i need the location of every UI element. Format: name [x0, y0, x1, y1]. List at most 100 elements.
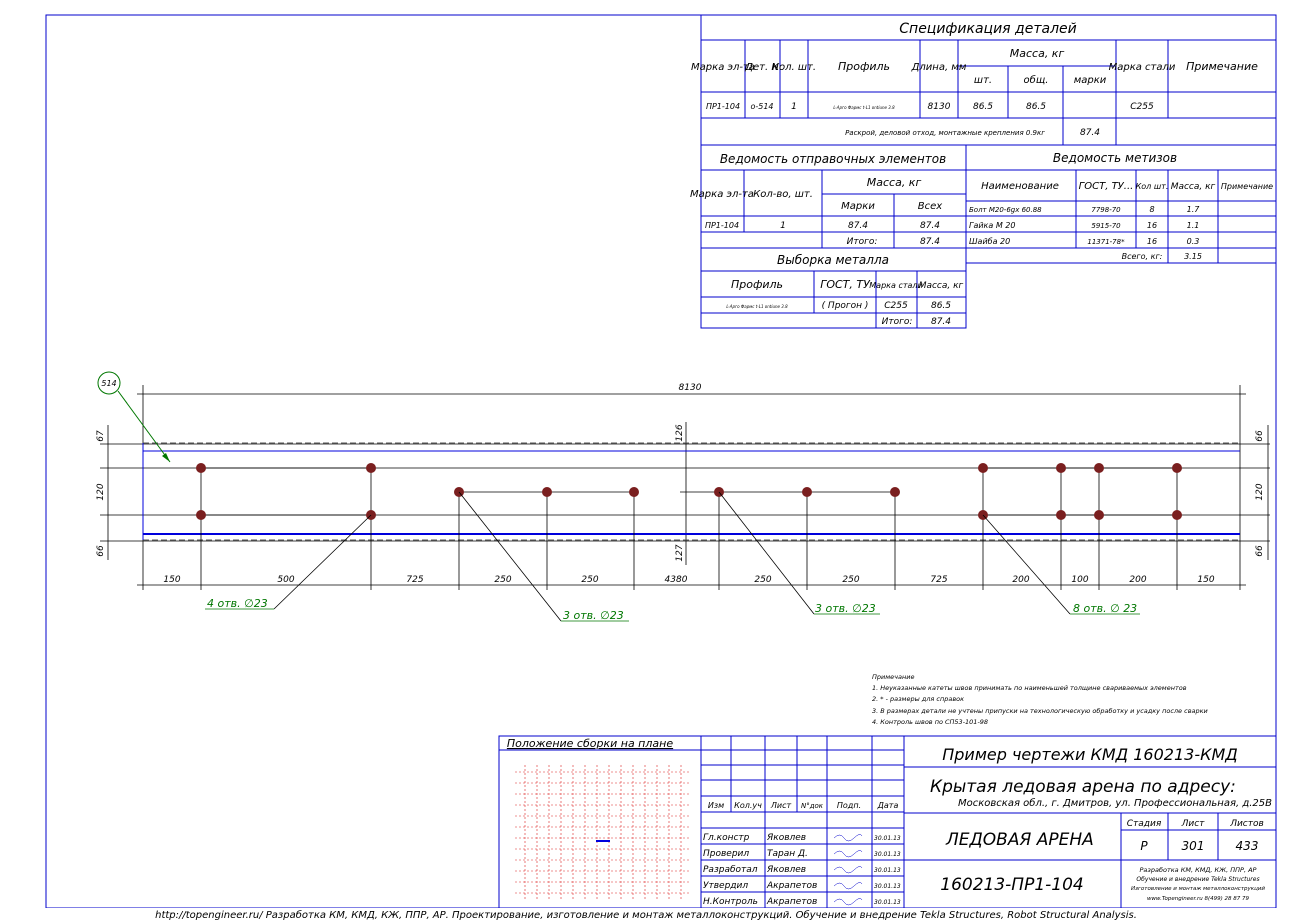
tb-role: Утвердил [703, 881, 748, 891]
bottom-dim: 150 [163, 575, 180, 585]
hardware-row-mass: 0.3 [1187, 237, 1200, 246]
note-line: 2. * - размеры для справок [872, 695, 964, 703]
tb-h-sheet: Лист [1181, 819, 1206, 829]
hardware-h-name: Наименование [981, 181, 1059, 192]
shipping-h-mass: Масса, кг [867, 176, 922, 189]
hardware-row-gost: 7798-70 [1091, 206, 1121, 214]
bottom-dim: 200 [1012, 575, 1029, 585]
metal-row-profile: L-Арго Фармс t-L1 ontiune 3.8 [726, 304, 788, 309]
shipping-h-mass-all: Всех [918, 201, 943, 212]
hardware-row: Гайка М 20 5915-70 16 1.1 [969, 221, 1199, 230]
metal-total-label: Итого: [882, 317, 913, 327]
spec-row-profile: L-Арго Фармс t-L1 ontiune 3.8 [833, 105, 895, 110]
callout-holes-2: 3 отв. ∅23 [563, 609, 624, 622]
shipping-row-mass-mark: 87.4 [848, 221, 868, 231]
bolt-hole [978, 463, 988, 473]
spec-summary-text: Раскрой, деловой отход, монтажные крепле… [845, 129, 1045, 137]
bottom-dim: 250 [842, 575, 859, 585]
tb-h-ndok: N°док [801, 802, 824, 810]
bolt-hole [1094, 463, 1104, 473]
company-line: www.Topengineer.ru 8(499) 28 87 79 [1147, 896, 1250, 902]
hardware-row-gost: 5915-70 [1091, 222, 1121, 230]
spec-h-mass-pcs: шт. [974, 75, 992, 86]
spec-row-qty: 1 [791, 102, 797, 112]
bolt-hole [1094, 510, 1104, 520]
beam-drawing: 8130 67 120 66 66 120 66 126 127 150 500… [96, 371, 1270, 622]
bolt-holes [196, 463, 1182, 520]
tb-h-izm: Изм [708, 801, 724, 810]
hardware-h-gost: ГОСТ, ТУ... [1079, 181, 1134, 192]
metal-row-gost: ( Прогон ) [822, 301, 869, 311]
bolt-hole [366, 463, 376, 473]
bolt-hole [629, 487, 639, 497]
right-dim-mid: 120 [1255, 483, 1265, 500]
spec-row-steel: С255 [1130, 102, 1154, 112]
company-line: Обучение и внедрение Tekla Structures [1136, 876, 1259, 883]
tb-name: Яковлев [766, 865, 806, 875]
hardware-row-mass: 1.7 [1187, 205, 1201, 214]
shipping-h-mass-mark: Марки [841, 201, 875, 212]
bottom-dim: 150 [1197, 575, 1214, 585]
spec-h-mass-mark: марки [1074, 75, 1107, 86]
bolt-hole [1056, 510, 1066, 520]
tb-role-row: Гл.констр Яковлев 30.01.13 [703, 833, 901, 843]
hardware-total-label: Всего, кг: [1122, 252, 1163, 261]
left-dim-mid: 120 [96, 483, 106, 500]
bolt-hole [802, 487, 812, 497]
shipping-row-mark: ПР1-104 [705, 221, 739, 230]
tb-h-sheets: Листов [1229, 819, 1264, 829]
hardware-row-qty: 16 [1147, 237, 1157, 246]
metal-h-gost: ГОСТ, ТУ [820, 278, 871, 291]
metal-row-mass: 86.5 [931, 301, 951, 311]
tb-date: 30.01.13 [874, 867, 901, 874]
note-line: 1. Неуказанные катеты швов принимать по … [872, 684, 1187, 692]
spec-h-steel: Марка стали [1109, 62, 1176, 73]
tb-role-row: Проверил Таран Д. 30.01.13 [703, 849, 901, 859]
hardware-h-qty: Кол шт. [1136, 182, 1169, 191]
shipping-row-mass-all: 87.4 [920, 221, 940, 231]
bottom-dim: 725 [406, 575, 423, 585]
tb-role-row: Утвердил Акрапетов 30.01.13 [703, 881, 901, 891]
spec-row-length: 8130 [928, 102, 951, 112]
plan-mini-map [515, 765, 690, 900]
right-dim-bottom: 66 [1255, 545, 1265, 557]
hardware-row: Болт М20-6gх 60.88 7798-70 8 1.7 [969, 205, 1200, 214]
note-line: 3. В размерах детали не учтены припуски … [872, 707, 1208, 715]
project-code: Пример чертежи КМД 160213-КМД [942, 745, 1238, 764]
bottom-dim: 250 [581, 575, 598, 585]
shipping-total-value: 87.4 [920, 237, 940, 247]
left-dim-bottom: 66 [96, 545, 106, 557]
bolt-hole [890, 487, 900, 497]
metal-total-value: 87.4 [931, 317, 951, 327]
project-name: Крытая ледовая арена по адресу: [930, 777, 1236, 797]
metal-title: Выборка металла [777, 253, 889, 267]
overall-length-dim: 8130 [679, 383, 702, 393]
drawing-sheet: Спецификация деталей Марка эл-та Дет. N … [45, 14, 1277, 909]
metal-h-steel: Марка стали [869, 281, 922, 290]
spec-h-profile: Профиль [838, 60, 890, 73]
spec-row-mark: ПР1-104 [706, 102, 740, 111]
spec-row-det: о-514 [750, 102, 773, 111]
hardware-row-qty: 8 [1149, 205, 1154, 214]
tb-date: 30.01.13 [874, 883, 901, 890]
center-dim-bottom: 127 [675, 544, 685, 561]
bottom-dim: 725 [930, 575, 947, 585]
tb-date: 30.01.13 [874, 835, 901, 842]
spec-title: Спецификация деталей [899, 21, 1076, 37]
tb-stage: Р [1140, 839, 1148, 853]
spec-h-qty: Кол. шт. [772, 62, 816, 73]
bolt-hole [1172, 463, 1182, 473]
tb-sheet: 301 [1182, 839, 1205, 853]
bolt-hole [1172, 510, 1182, 520]
sheet-frame [45, 14, 1277, 909]
part-mark-arrow [162, 453, 170, 462]
hardware-title: Ведомость метизов [1053, 151, 1177, 165]
left-dim-top: 67 [96, 430, 106, 442]
tb-name: Таран Д. [767, 849, 808, 859]
tb-name: Акрапетов [766, 881, 817, 891]
tb-h-list: Лист [770, 801, 792, 810]
hardware-row-gost: 11371-78* [1087, 238, 1125, 246]
bottom-dim: 250 [494, 575, 511, 585]
bolt-hole [196, 463, 206, 473]
project-address: Московская обл., г. Дмитров, ул. Професс… [958, 797, 1272, 809]
